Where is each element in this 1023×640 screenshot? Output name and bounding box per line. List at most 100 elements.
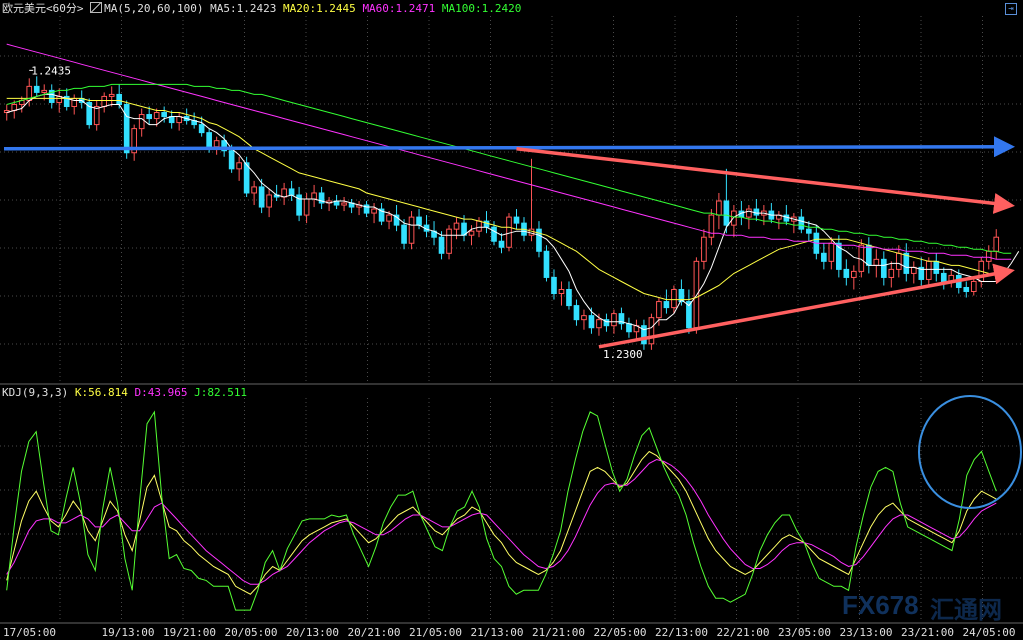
candle-body (985, 250, 992, 262)
candle-body (506, 216, 512, 248)
candle-body (206, 132, 212, 148)
candle-body (153, 112, 160, 120)
candle-body (963, 286, 970, 293)
candle-body (528, 228, 535, 236)
candle-body (858, 244, 865, 272)
kdj-line-j (6, 410, 997, 611)
candle-body (865, 244, 872, 266)
upper-trend-arrow (516, 146, 1015, 214)
x-tick-label: 20/05:00 (225, 626, 278, 639)
candle-body (476, 220, 482, 232)
x-tick-label: 23/21:00 (901, 626, 954, 639)
candle-body (821, 252, 827, 262)
candle-body (386, 214, 392, 222)
candle-body (581, 315, 587, 321)
x-tick-label: 21/13:00 (471, 626, 524, 639)
candle-body (93, 105, 100, 126)
candle-body (566, 289, 572, 307)
high-price-label: 1.2435 (31, 64, 71, 77)
candle-body (288, 188, 295, 196)
candle-body (783, 214, 790, 222)
ma5-value: MA5:1.2423 (210, 2, 277, 15)
x-tick-label: 20/21:00 (348, 626, 401, 639)
ma60-value: MA60:1.2471 (362, 2, 436, 15)
ma-line-ma5 (6, 93, 1020, 331)
kdj-line-k (6, 450, 997, 595)
x-tick-label: 21/05:00 (409, 626, 462, 639)
expand-icon[interactable]: ⇥ (1005, 3, 1017, 15)
x-tick-label: 23/05:00 (778, 626, 831, 639)
candle-body (438, 236, 445, 254)
symbol-label: 欧元美元 (2, 2, 46, 15)
candle-body (101, 95, 108, 107)
ma20-value: MA20:1.2445 (282, 2, 356, 15)
candle-body (588, 315, 595, 329)
chart-settings-icon[interactable] (90, 2, 103, 13)
blue-horizontal-arrow (3, 136, 1015, 158)
low-price-label: 1.2300 (603, 348, 643, 361)
candle-body (888, 268, 895, 278)
candle-body (746, 208, 752, 218)
x-tick-label: 19/13:00 (102, 626, 155, 639)
candle-body (611, 313, 617, 327)
x-tick-label: 19/21:00 (163, 626, 216, 639)
candle-body (161, 112, 167, 118)
watermark-huitong: 汇通网 (930, 597, 1002, 624)
candle-body (656, 301, 662, 319)
x-tick-label: 22/13:00 (655, 626, 708, 639)
x-tick-label: 22/21:00 (717, 626, 770, 639)
candle-body (558, 289, 565, 295)
candle-body (41, 89, 48, 93)
candle-body (903, 252, 910, 274)
ma-params-label[interactable]: MA(5,20,60,100) (104, 2, 203, 15)
candle-body (880, 258, 887, 278)
candle-body (483, 220, 490, 228)
candle-body (198, 124, 205, 134)
kdj-header: KDJ(9,3,3) K:56.814 D:43.965 J:82.511 (2, 386, 247, 400)
candle-body (993, 236, 1000, 252)
candle-body (123, 103, 130, 154)
candle-body (850, 270, 857, 278)
candle-body (895, 252, 902, 270)
kdj-k-value: K:56.814 (74, 386, 128, 399)
highlight-circle (918, 395, 1022, 509)
candle-body (108, 93, 115, 97)
candle-body (258, 186, 265, 208)
x-tick-label: 21/21:00 (532, 626, 585, 639)
candle-body (701, 236, 707, 262)
candle-body (491, 226, 497, 242)
candle-body (498, 240, 505, 248)
candle-body (573, 305, 580, 321)
candle-body (596, 319, 602, 329)
candle-body (138, 114, 145, 130)
x-tick-label: 23/13:00 (840, 626, 893, 639)
candle-body (401, 224, 407, 244)
candle-body (798, 216, 805, 230)
candle-body (648, 317, 655, 345)
candle-body (228, 150, 235, 170)
x-tick-label: 17/05:00 (3, 626, 56, 639)
candle-body (671, 289, 677, 309)
candle-body (873, 258, 880, 266)
x-tick-label: 20/13:00 (286, 626, 339, 639)
candle-body (806, 228, 812, 234)
x-tick-label: 22/05:00 (594, 626, 647, 639)
candle-body (693, 260, 700, 329)
candle-body (716, 200, 722, 216)
candle-body (828, 242, 835, 262)
kdj-d-value: D:43.965 (134, 386, 188, 399)
candle-body (453, 222, 460, 230)
candle-body (933, 260, 940, 274)
candle-body (708, 214, 715, 238)
x-tick-label: 24/05:00 (963, 626, 1016, 639)
candle-body (311, 192, 317, 200)
candle-body (33, 85, 40, 93)
price-header: 欧元美元<60分> MA(5,20,60,100) MA5:1.2423 MA2… (2, 2, 521, 16)
candle-body (446, 228, 452, 254)
kdj-j-value: J:82.511 (194, 386, 248, 399)
candle-body (236, 162, 242, 170)
kdj-params-label[interactable]: KDJ(9,3,3) (2, 386, 68, 399)
candle-body (940, 272, 947, 282)
candle-body (371, 208, 377, 214)
watermark-fx678: FX678 (842, 590, 919, 620)
